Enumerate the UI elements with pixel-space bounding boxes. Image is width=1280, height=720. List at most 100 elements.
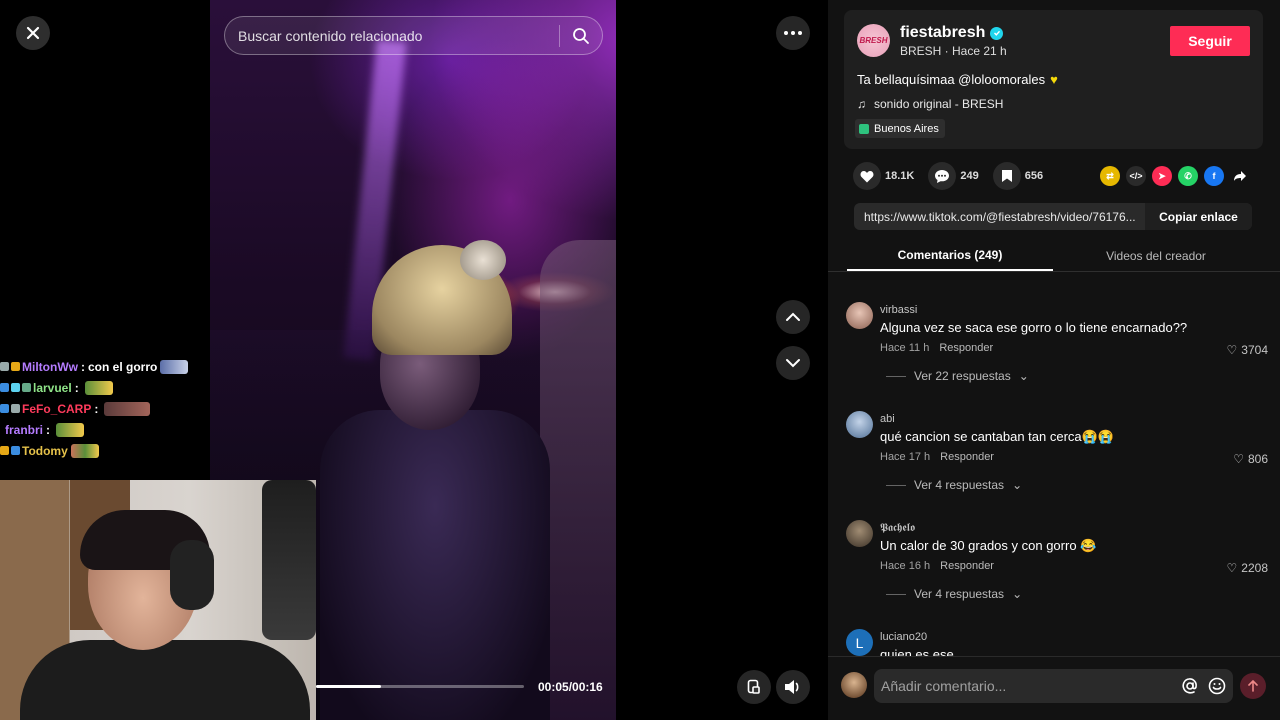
save-count: 656 <box>1024 170 1044 182</box>
video-description: Ta bellaquísimaa @loloomorales ♥ <box>857 72 1058 87</box>
tiktok-video-viewer: 00:05/00:16 MiltonWw: con el gorro larvu… <box>0 0 1280 720</box>
bookmark-icon <box>1001 170 1012 182</box>
comment-like-button[interactable]: ♡ 3704 <box>1227 343 1268 357</box>
chat-username: franbri <box>5 422 44 437</box>
comment-text: qué cancion se cantaban tan cerca😭😭 <box>880 429 1115 444</box>
chevron-down-icon: ⌄ <box>1012 587 1023 601</box>
close-button[interactable] <box>16 16 50 50</box>
comment-input[interactable] <box>874 678 1179 694</box>
reply-button[interactable]: Responder <box>940 451 994 463</box>
previous-video-button[interactable] <box>776 300 810 334</box>
chat-text: con el gorro <box>87 359 158 374</box>
sound-link[interactable]: ♫ sonido original - BRESH <box>857 97 1003 111</box>
send-to-friends-icon[interactable]: ➤ <box>1152 166 1172 186</box>
heart-outline-icon: ♡ <box>1226 561 1238 575</box>
heart-outline-icon: ♡ <box>1233 452 1244 466</box>
verified-badge-icon <box>990 26 1004 40</box>
reply-button[interactable]: Responder <box>940 560 994 572</box>
commenter-name[interactable]: abi <box>880 413 895 425</box>
chevron-up-icon <box>786 312 800 321</box>
search-button[interactable] <box>560 17 602 54</box>
emote-image <box>160 359 189 374</box>
stream-chat: MiltonWw: con el gorro larvuel: FeFo_CAR… <box>0 356 210 461</box>
creator-avatar[interactable]: BRESH <box>857 24 890 57</box>
comment-like-button[interactable]: ♡ 806 <box>1233 452 1268 466</box>
commenter-avatar[interactable] <box>846 411 873 438</box>
volume-button[interactable] <box>776 670 810 704</box>
copy-link-button[interactable]: Copiar enlace <box>1145 203 1252 230</box>
comment-meta: Hace 11 h Responder <box>880 342 994 354</box>
like-count: 18.1K <box>885 170 915 182</box>
close-icon <box>26 26 40 40</box>
related-search-bar <box>224 16 603 55</box>
music-note-icon: ♫ <box>857 97 866 111</box>
like-button[interactable]: 18.1K <box>853 162 914 190</box>
volume-icon <box>785 680 799 694</box>
video-url[interactable]: https://www.tiktok.com/@fiestabresh/vide… <box>854 210 1145 224</box>
commenter-avatar[interactable] <box>846 520 873 547</box>
video-time: 00:05/00:16 <box>538 680 603 694</box>
comment-count: 249 <box>960 170 979 182</box>
send-comment-button[interactable] <box>1240 673 1266 699</box>
chat-username: MiltonWw <box>22 359 78 374</box>
comment-meta: Hace 16 h Responder <box>880 560 994 572</box>
save-button[interactable]: 656 <box>992 162 1044 190</box>
panel-tabs: Comentarios (249) Videos del creador <box>828 240 1280 272</box>
follow-button[interactable]: Seguir <box>1170 26 1250 56</box>
view-replies-button[interactable]: Ver 4 respuestas ⌄ <box>886 478 1022 492</box>
comment-text: Un calor de 30 grados y con gorro 😂 <box>880 538 1097 553</box>
comment-button[interactable]: 249 <box>928 162 979 190</box>
repost-icon[interactable]: ⇄ <box>1100 166 1120 186</box>
next-video-button[interactable] <box>776 346 810 380</box>
embed-icon[interactable]: </> <box>1126 166 1146 186</box>
location-tag[interactable]: Buenos Aires <box>855 119 945 138</box>
comment-text: quien es ese <box>880 647 954 656</box>
more-options-button[interactable] <box>776 16 810 50</box>
location-icon <box>859 123 869 134</box>
tab-creator-videos[interactable]: Videos del creador <box>1053 240 1259 271</box>
emoji-icon[interactable] <box>1206 675 1228 697</box>
creator-name[interactable]: fiestabresh <box>900 24 1004 42</box>
emote-image <box>104 401 151 416</box>
commenter-name[interactable]: 𝕻𝖆𝖈𝖍𝖊𝖑𝖔 <box>880 522 915 535</box>
chat-message: franbri: <box>0 419 210 440</box>
whatsapp-icon[interactable]: ✆ <box>1178 166 1198 186</box>
comment-list: virbassi Alguna vez se saca ese gorro o … <box>828 296 1280 656</box>
commenter-name[interactable]: luciano20 <box>880 631 927 643</box>
chat-username: larvuel <box>33 380 72 395</box>
report-button[interactable] <box>737 670 771 704</box>
view-replies-button[interactable]: Ver 4 respuestas ⌄ <box>886 587 1022 601</box>
chat-message: larvuel: <box>0 377 210 398</box>
tab-comments[interactable]: Comentarios (249) <box>847 240 1053 271</box>
video-progress-bar[interactable] <box>316 685 524 688</box>
chat-message: Todomy <box>0 440 210 461</box>
chevron-down-icon: ⌄ <box>1012 478 1023 492</box>
search-input[interactable] <box>225 27 559 44</box>
comment-like-button[interactable]: ♡ 2208 <box>1227 561 1268 575</box>
commenter-avatar[interactable] <box>846 302 873 329</box>
commenter-avatar[interactable]: L <box>846 629 873 656</box>
reply-button[interactable]: Responder <box>939 342 993 354</box>
emote-image <box>70 443 99 458</box>
streamer-webcam <box>0 480 316 720</box>
chat-username: Todomy <box>22 443 68 458</box>
view-replies-button[interactable]: Ver 22 respuestas ⌄ <box>886 369 1029 383</box>
chat-username: FeFo_CARP <box>22 401 92 416</box>
arrow-up-icon <box>1248 680 1258 692</box>
emote-image <box>84 380 113 395</box>
comment-icon <box>935 169 950 183</box>
video-link-box: https://www.tiktok.com/@fiestabresh/vide… <box>854 203 1252 230</box>
comment-composer <box>874 669 1233 703</box>
mention-icon[interactable] <box>1179 675 1201 697</box>
commenter-name[interactable]: virbassi <box>880 304 917 316</box>
facebook-icon[interactable]: f <box>1204 166 1224 186</box>
yellow-heart-icon: ♥ <box>1050 72 1058 87</box>
creator-subtitle: BRESH · Hace 21 h <box>900 44 1007 58</box>
emote-image <box>56 422 85 437</box>
chevron-down-icon: ⌄ <box>1018 369 1029 383</box>
video-progress-fill <box>316 685 381 688</box>
user-avatar[interactable] <box>841 672 867 698</box>
chat-message: FeFo_CARP: <box>0 398 210 419</box>
comment-meta: Hace 17 h Responder <box>880 451 994 463</box>
share-arrow-icon[interactable] <box>1230 166 1250 186</box>
